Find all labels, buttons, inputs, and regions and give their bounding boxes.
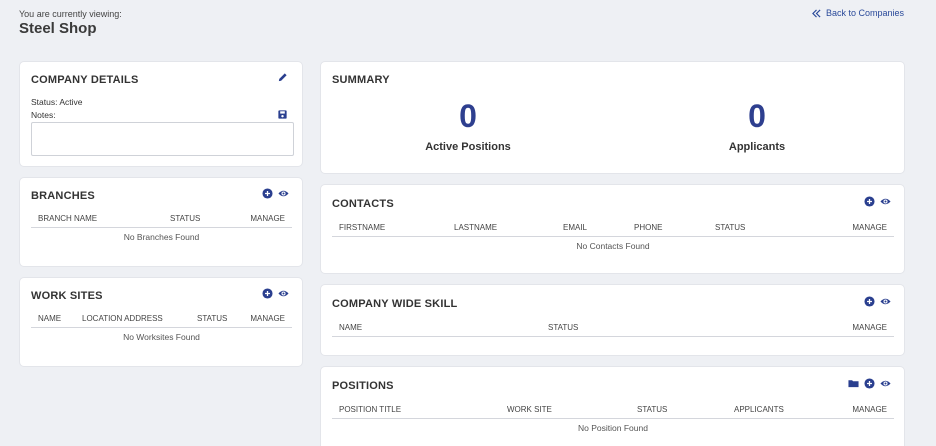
col-status: STATUS — [170, 214, 201, 223]
col-status: STATUS — [715, 223, 746, 232]
col-applicants: APPLICANTS — [734, 405, 784, 414]
work-sites-table-header: NAME LOCATION ADDRESS STATUS MANAGE — [31, 312, 292, 328]
col-name: NAME — [38, 314, 62, 323]
company-details-card: COMPANY DETAILS Status: Active Notes: — [19, 61, 303, 167]
applicants-count: 0 — [748, 98, 766, 134]
applicants-label: Applicants — [728, 141, 786, 153]
eye-icon[interactable] — [880, 196, 891, 207]
col-manage: MANAGE — [852, 223, 887, 232]
angles-left-icon — [812, 8, 821, 18]
save-icon[interactable] — [277, 109, 288, 120]
positions-title: POSITIONS — [332, 380, 394, 392]
col-manage: MANAGE — [250, 214, 285, 223]
pencil-icon[interactable] — [277, 72, 288, 83]
notes-textarea[interactable] — [31, 122, 294, 156]
branches-table-header: BRANCH NAME STATUS MANAGE — [31, 212, 292, 228]
company-status: Status: Active — [31, 97, 83, 107]
col-status: STATUS — [548, 323, 579, 332]
eye-icon[interactable] — [880, 378, 891, 389]
col-status: STATUS — [197, 314, 228, 323]
viewing-label: You are currently viewing: — [19, 9, 122, 19]
company-wide-skill-card: COMPANY WIDE SKILL NAME STATUS MANAGE — [320, 284, 905, 356]
page-title: Steel Shop — [19, 20, 97, 37]
work-sites-title: WORK SITES — [31, 290, 103, 302]
plus-circle-icon[interactable] — [864, 378, 875, 389]
back-link-label[interactable]: Back to Companies — [826, 8, 904, 18]
notes-label: Notes: — [31, 110, 56, 120]
work-sites-card: WORK SITES NAME LOCATION ADDRESS STATUS … — [19, 277, 303, 367]
branches-title: BRANCHES — [31, 190, 95, 202]
folder-icon[interactable] — [848, 378, 859, 389]
col-location-address: LOCATION ADDRESS — [82, 314, 163, 323]
active-positions-label: Active Positions — [425, 141, 511, 153]
contacts-title: CONTACTS — [332, 198, 394, 210]
col-manage: MANAGE — [852, 323, 887, 332]
positions-empty-message: No Position Found — [578, 423, 648, 433]
company-wide-skill-title: COMPANY WIDE SKILL — [332, 298, 458, 310]
col-lastname: LASTNAME — [454, 223, 498, 232]
eye-icon[interactable] — [278, 288, 289, 299]
plus-circle-icon[interactable] — [262, 188, 273, 199]
company-details-title: COMPANY DETAILS — [31, 74, 139, 86]
contacts-empty-message: No Contacts Found — [576, 241, 650, 251]
contacts-table-header: FIRSTNAME LASTNAME EMAIL PHONE STATUS MA… — [332, 221, 894, 237]
summary-title: SUMMARY — [332, 74, 390, 86]
col-name: NAME — [339, 323, 363, 332]
positions-card: POSITIONS POSITION TITLE WORK SITE STATU… — [320, 366, 905, 446]
eye-icon[interactable] — [880, 296, 891, 307]
col-firstname: FIRSTNAME — [339, 223, 386, 232]
plus-circle-icon[interactable] — [262, 288, 273, 299]
col-manage: MANAGE — [250, 314, 285, 323]
plus-circle-icon[interactable] — [864, 296, 875, 307]
branches-empty-message: No Branches Found — [123, 232, 200, 242]
work-sites-empty-message: No Worksites Found — [123, 332, 200, 342]
branches-card: BRANCHES BRANCH NAME STATUS MANAGE No Br… — [19, 177, 303, 267]
eye-icon[interactable] — [278, 188, 289, 199]
col-position-title: POSITION TITLE — [339, 405, 402, 414]
col-phone: PHONE — [634, 223, 663, 232]
col-email: EMAIL — [563, 223, 588, 232]
col-status: STATUS — [637, 405, 668, 414]
col-work-site: WORK SITE — [507, 405, 552, 414]
col-manage: MANAGE — [852, 405, 887, 414]
back-to-companies-link[interactable]: Back to Companies — [812, 8, 904, 18]
company-wide-skill-table-header: NAME STATUS MANAGE — [332, 321, 894, 337]
positions-table-header: POSITION TITLE WORK SITE STATUS APPLICAN… — [332, 403, 894, 419]
active-positions-count: 0 — [459, 98, 477, 134]
col-branch-name: BRANCH NAME — [38, 214, 98, 223]
contacts-card: CONTACTS FIRSTNAME LASTNAME EMAIL PHONE … — [320, 184, 905, 274]
summary-card: SUMMARY 0 Active Positions 0 Applicants — [320, 61, 905, 174]
plus-circle-icon[interactable] — [864, 196, 875, 207]
